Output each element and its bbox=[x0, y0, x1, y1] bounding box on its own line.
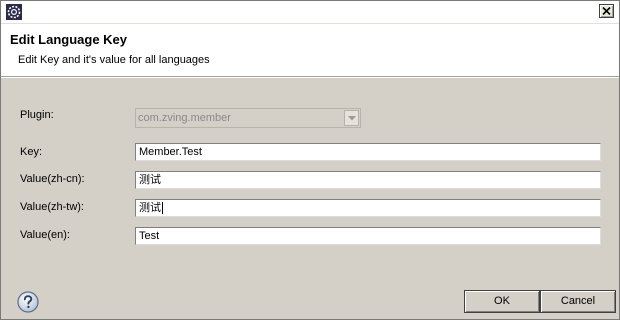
zh-cn-input[interactable]: 测试 bbox=[135, 171, 601, 189]
plugin-dropdown-button bbox=[344, 110, 359, 126]
zh-cn-label: Value(zh-cn): bbox=[20, 173, 85, 185]
key-label: Key: bbox=[20, 146, 43, 158]
en-label: Value(en): bbox=[20, 229, 70, 241]
title-bar[interactable] bbox=[1, 1, 619, 24]
edit-language-key-dialog: Edit Language Key Edit Key and it's valu… bbox=[0, 0, 620, 320]
chevron-down-icon bbox=[348, 116, 356, 121]
eclipse-gear-icon bbox=[6, 4, 22, 20]
zh-cn-input-value: 测试 bbox=[139, 174, 161, 186]
dialog-title: Edit Language Key bbox=[10, 32, 128, 47]
key-input-value: Member.Test bbox=[139, 146, 202, 158]
plugin-combo: com.zving.member bbox=[135, 108, 361, 128]
text-caret bbox=[162, 202, 163, 215]
header-divider bbox=[1, 77, 619, 78]
dialog-header: Edit Language Key Edit Key and it's valu… bbox=[1, 24, 619, 77]
zh-tw-input[interactable]: 测试 bbox=[135, 199, 601, 217]
key-input[interactable]: Member.Test bbox=[135, 143, 601, 161]
cancel-button[interactable]: Cancel bbox=[540, 290, 616, 313]
help-question-icon[interactable] bbox=[17, 291, 39, 313]
en-input[interactable]: Test bbox=[135, 227, 601, 245]
close-x-icon bbox=[602, 7, 611, 15]
plugin-label: Plugin: bbox=[20, 109, 54, 121]
zh-tw-input-value: 测试 bbox=[139, 202, 161, 214]
zh-tw-label: Value(zh-tw): bbox=[20, 201, 84, 213]
ok-button[interactable]: OK bbox=[464, 290, 540, 313]
plugin-value: com.zving.member bbox=[138, 112, 231, 124]
dialog-subtitle: Edit Key and it's value for all language… bbox=[18, 54, 210, 66]
close-button[interactable] bbox=[599, 4, 614, 18]
en-input-value: Test bbox=[139, 230, 160, 242]
